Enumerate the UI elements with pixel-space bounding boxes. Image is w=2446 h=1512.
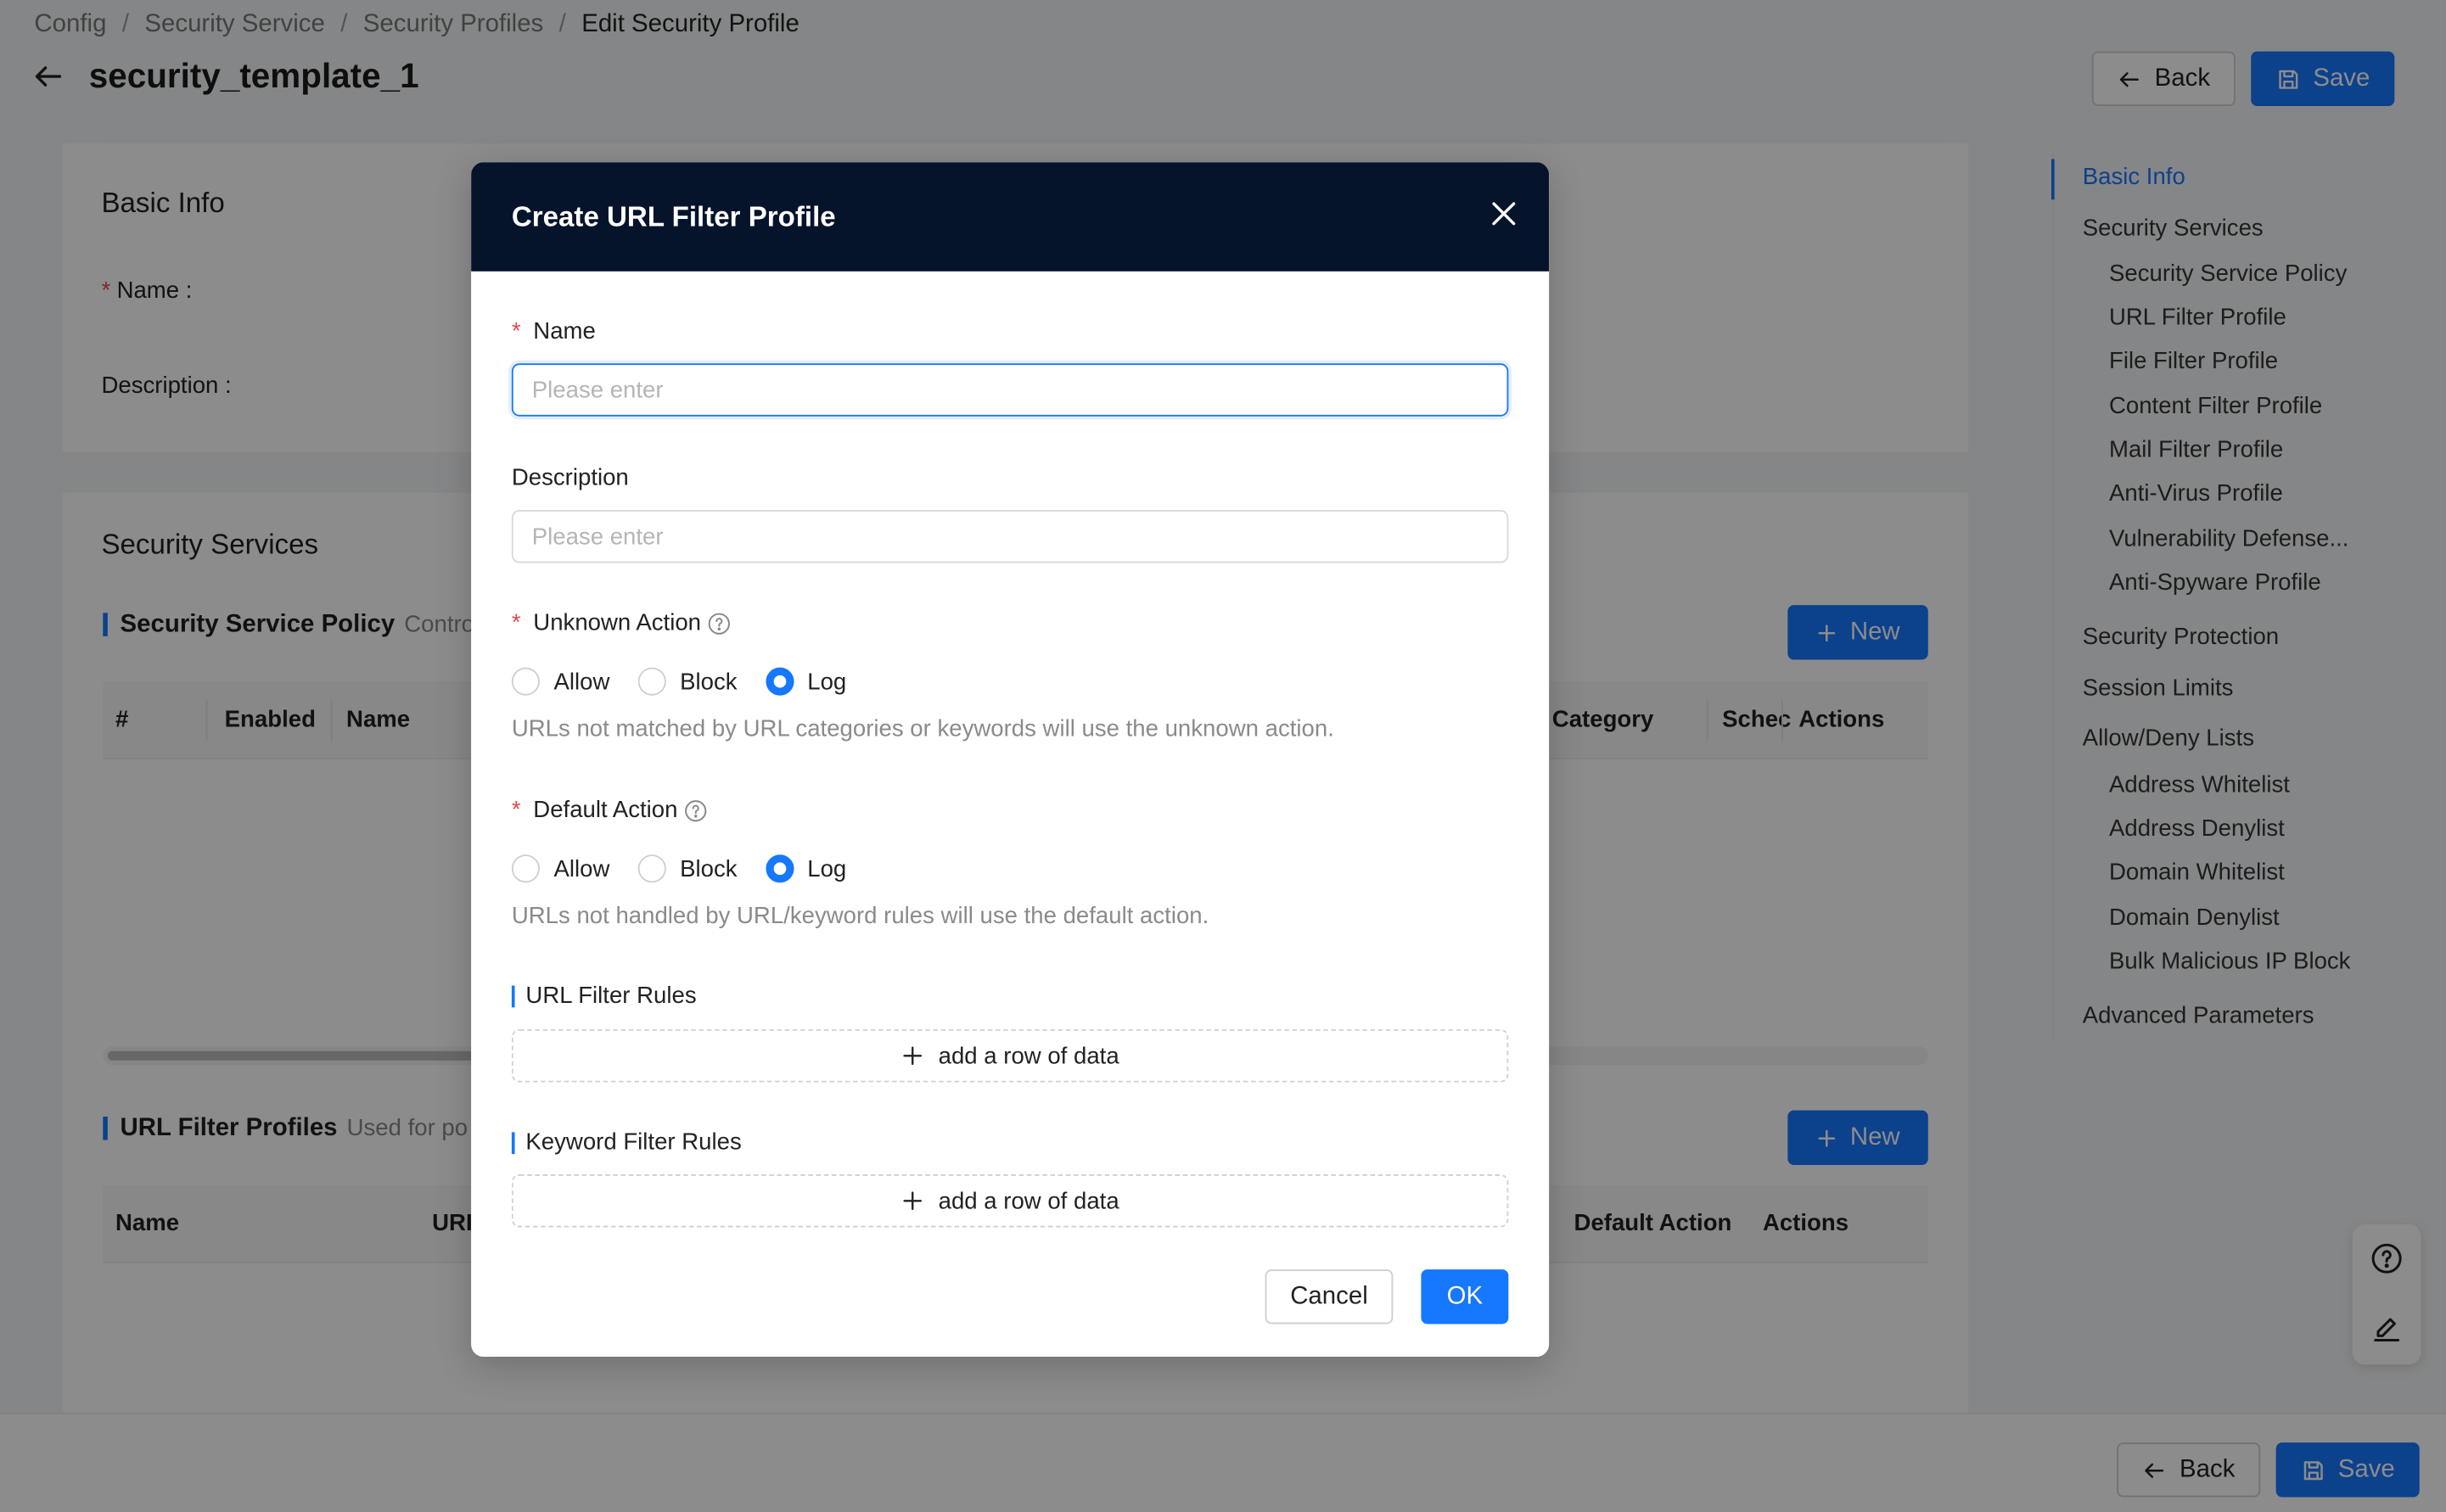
question-circle-icon[interactable] bbox=[707, 611, 732, 636]
modal-description-input[interactable] bbox=[511, 510, 1509, 563]
required-mark: * bbox=[511, 797, 521, 824]
radio-circle-checked[interactable] bbox=[765, 667, 794, 696]
modal-ok-button[interactable]: OK bbox=[1421, 1269, 1509, 1324]
radio-circle[interactable] bbox=[511, 854, 540, 883]
modal-ok-label: OK bbox=[1446, 1282, 1484, 1310]
unknown-action-log-radio[interactable]: Log bbox=[765, 667, 847, 696]
default-action-help: URLs not handled by URL/keyword rules wi… bbox=[511, 903, 1209, 930]
radio-label: Log bbox=[807, 855, 847, 882]
default-action-radio-group: Allow Block Log bbox=[511, 854, 874, 883]
required-mark: * bbox=[511, 609, 521, 636]
keyword-filter-rules-title: Keyword Filter Rules bbox=[511, 1131, 742, 1155]
radio-label: Allow bbox=[553, 855, 610, 882]
radio-circle-checked[interactable] bbox=[765, 854, 794, 883]
modal-title: Create URL Filter Profile bbox=[511, 201, 836, 232]
add-row-label: add a row of data bbox=[938, 1042, 1119, 1069]
url-filter-rules-add-row-button[interactable]: add a row of data bbox=[511, 1029, 1509, 1083]
plus-icon bbox=[902, 1191, 922, 1211]
add-row-label: add a row of data bbox=[938, 1187, 1119, 1214]
radio-circle[interactable] bbox=[637, 854, 666, 883]
default-action-log-radio[interactable]: Log bbox=[765, 854, 847, 883]
radio-label: Block bbox=[680, 668, 738, 695]
unknown-action-label-text: Unknown Action bbox=[533, 609, 702, 636]
modal-name-label-text: Name bbox=[533, 317, 596, 345]
modal-header: Create URL Filter Profile bbox=[471, 162, 1550, 272]
default-action-label: * Default Action bbox=[512, 797, 709, 823]
question-circle-icon[interactable] bbox=[684, 798, 709, 822]
create-url-filter-profile-modal: Create URL Filter Profile * Name Descript… bbox=[471, 162, 1550, 1358]
default-action-allow-radio[interactable]: Allow bbox=[511, 854, 610, 883]
url-filter-rules-title: URL Filter Rules bbox=[511, 984, 697, 1008]
unknown-action-radio-group: Allow Block Log bbox=[511, 667, 874, 696]
close-icon[interactable] bbox=[1487, 197, 1521, 231]
unknown-action-allow-radio[interactable]: Allow bbox=[511, 667, 610, 696]
modal-cancel-label: Cancel bbox=[1290, 1282, 1368, 1310]
radio-circle[interactable] bbox=[511, 667, 540, 696]
modal-name-label: * Name bbox=[512, 318, 596, 344]
radio-label: Block bbox=[680, 855, 738, 882]
default-action-label-text: Default Action bbox=[533, 797, 678, 824]
page: Config / Security Service / Security Pro… bbox=[0, 0, 2446, 1512]
required-mark: * bbox=[511, 317, 521, 345]
radio-circle[interactable] bbox=[637, 667, 666, 696]
default-action-block-radio[interactable]: Block bbox=[637, 854, 738, 883]
plus-icon bbox=[902, 1046, 922, 1066]
modal-name-input[interactable] bbox=[511, 363, 1509, 417]
radio-label: Log bbox=[807, 668, 847, 695]
keyword-filter-rules-add-row-button[interactable]: add a row of data bbox=[511, 1174, 1509, 1228]
unknown-action-help: URLs not matched by URL categories or ke… bbox=[511, 715, 1334, 742]
radio-label: Allow bbox=[553, 668, 610, 695]
modal-cancel-button[interactable]: Cancel bbox=[1265, 1269, 1394, 1324]
unknown-action-block-radio[interactable]: Block bbox=[637, 667, 738, 696]
modal-description-label: Description bbox=[511, 464, 629, 491]
unknown-action-label: * Unknown Action bbox=[512, 610, 732, 636]
